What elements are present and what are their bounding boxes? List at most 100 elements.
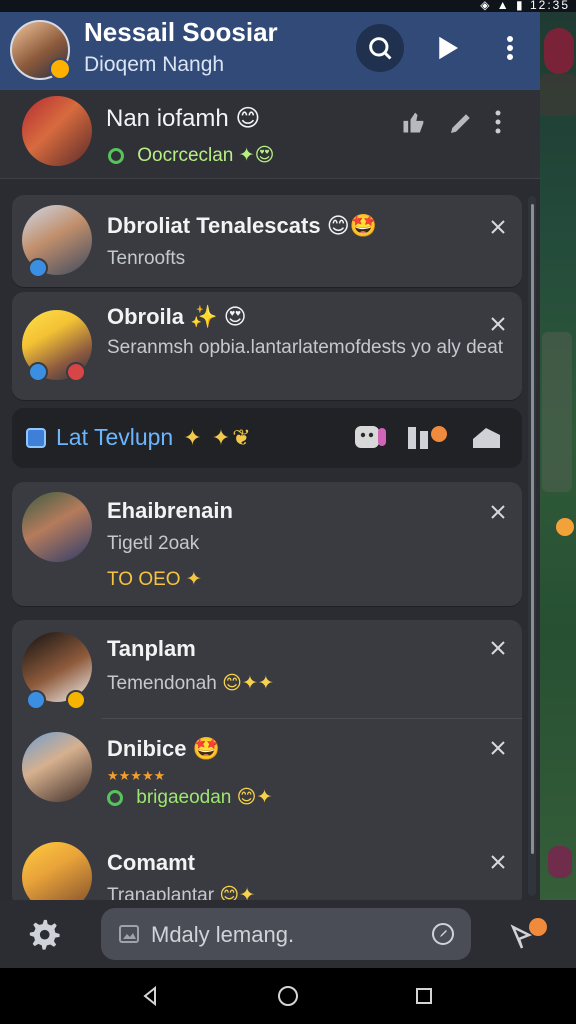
conversation-name: Dbroliat Tenalescats 😊🤩 (107, 213, 377, 239)
side-character (548, 846, 572, 878)
compass-button[interactable] (431, 922, 455, 946)
close-button[interactable] (486, 500, 510, 524)
chat-card: Dbroliat Tenalescats 😊🤩 Tenroofts (12, 195, 522, 287)
close-icon (491, 317, 505, 331)
pinned-text: Lat Tevlupn (56, 424, 174, 450)
conversation-name: Tanplam (107, 636, 196, 661)
scrollbar-thumb[interactable] (531, 204, 534, 854)
conversation-name-text: Nan iofamh (106, 105, 229, 132)
chat-card: Obroila ✨ 😍 Seranmsh opbia.lantarlatemof… (12, 292, 522, 400)
avatar (22, 96, 92, 166)
verified-badge (26, 690, 46, 710)
emoji: ✨ 😍 (190, 304, 247, 329)
chat-card: Tanplam Temendonah 😊✦✦ Dnibice 🤩 ★★★★★ b… (12, 620, 522, 912)
search-icon (369, 37, 392, 60)
pinned-extra: ✦ ✦❦ (183, 424, 253, 450)
status-badge (66, 690, 86, 710)
pin-icon (26, 427, 46, 448)
conversation-name: Nan iofamh 😊 (106, 104, 260, 133)
status-text: Oocrceclan (137, 145, 234, 166)
close-button[interactable] (486, 850, 510, 874)
system-navigation-bar (0, 968, 576, 1024)
close-button[interactable] (486, 636, 510, 660)
conversation-preview: Temendonah 😊✦✦ (107, 672, 274, 696)
conversation-meta: TO OEO ✦ (107, 568, 202, 592)
list-item[interactable]: Tanplam Temendonah 😊✦✦ (12, 632, 522, 718)
preview-text: Temendonah (107, 673, 217, 694)
emoji: ✦ (185, 569, 202, 590)
avatar (22, 732, 92, 802)
avatar[interactable] (10, 20, 71, 80)
signal-icon: ▲ (496, 0, 511, 12)
compose-icon (510, 918, 547, 949)
close-button[interactable] (486, 736, 510, 760)
preview-text: brigaeodan (136, 787, 232, 808)
close-button[interactable] (486, 312, 510, 336)
emoji: 😊 (235, 105, 261, 132)
battery-icon: ▮ (516, 0, 525, 12)
image-icon (119, 925, 139, 943)
chat-card: Ehaibrenain Tigetl 2oak TO OEO ✦ (12, 482, 522, 606)
emoji: 😊🤩 (326, 213, 378, 238)
conversation-name: Ehaibrenain (107, 498, 233, 523)
verified-badge (28, 362, 48, 382)
side-map-marker (556, 518, 574, 536)
conversation-preview: Seranmsh opbia.lantarlatemofdests yo aly… (107, 337, 504, 358)
edit-icon[interactable] (446, 108, 476, 138)
sticker-icon[interactable] (354, 422, 388, 452)
more-icon[interactable] (494, 108, 502, 136)
thumbs-up-icon[interactable] (400, 108, 428, 136)
settings-button[interactable] (24, 914, 64, 954)
status-bar: ◈ ▲ ▮ 12:35 (0, 0, 576, 12)
chat-header: Nessail Soosiar Dioqem Nangh (0, 12, 542, 90)
conversation-preview: Tenroofts (107, 248, 186, 269)
back-icon (143, 985, 156, 1007)
conversation-name-text: Dbroliat Tenalescats (107, 213, 321, 238)
meta-text: TO OEO (107, 569, 181, 590)
conversation-name: Comamt (107, 850, 196, 875)
conversation-preview: brigaeodan 😊✦ (107, 786, 272, 810)
status-icons: ◈ ▲ ▮ 12:35 (480, 0, 570, 12)
list-item[interactable]: Dbroliat Tenalescats 😊🤩 Tenroofts (12, 205, 522, 278)
compass-icon (432, 923, 454, 945)
search-button[interactable] (356, 24, 404, 72)
list-item[interactable]: Nan iofamh 😊 Oocrceclan ✦😍 (0, 90, 540, 179)
home-icon[interactable] (470, 423, 504, 451)
conversation-name: Dnibice 🤩 (107, 736, 220, 762)
home-button[interactable] (268, 980, 308, 1012)
more-button[interactable] (494, 28, 526, 68)
message-search (101, 908, 471, 960)
status-badge (66, 362, 86, 382)
list-item[interactable]: Comamt Tranaplantar 😊✦ (12, 842, 522, 912)
side-avatar (544, 28, 574, 74)
shield-icon[interactable] (406, 422, 452, 452)
list-item[interactable]: Obroila ✨ 😍 Seranmsh opbia.lantarlatemof… (12, 304, 522, 390)
page-subtitle: Dioqem Nangh (84, 53, 225, 76)
pinned-label: Lat Tevlupn ✦ ✦❦ (26, 424, 253, 451)
search-input[interactable] (149, 918, 413, 952)
image-button[interactable] (117, 922, 141, 946)
list-item[interactable]: Ehaibrenain Tigetl 2oak TO OEO ✦ (12, 492, 522, 596)
list-item[interactable]: Dnibice 🤩 ★★★★★ brigaeodan 😊✦ (12, 732, 522, 818)
back-button[interactable] (130, 980, 170, 1012)
game-background-strip (540, 12, 576, 900)
recent-apps-button[interactable] (404, 980, 444, 1012)
more-icon (507, 36, 513, 60)
avatar (22, 492, 92, 562)
conversation-name: Obroila ✨ 😍 (107, 304, 247, 330)
divider (102, 718, 522, 719)
wifi-icon: ◈ (480, 0, 492, 12)
close-button[interactable] (486, 215, 510, 239)
verified-badge (28, 258, 48, 278)
send-button[interactable] (428, 28, 468, 68)
emoji: 😊✦✦ (222, 673, 274, 694)
conversation-name-text: Obroila (107, 304, 185, 329)
close-icon (491, 855, 505, 869)
pinned-bar[interactable]: Lat Tevlupn ✦ ✦❦ (12, 408, 522, 468)
recent-apps-icon (416, 988, 432, 1004)
rating: ★★★★★ (107, 768, 166, 783)
page-title: Nessail Soosiar (84, 17, 278, 47)
compose-button[interactable] (508, 916, 550, 952)
conversation-actions (400, 108, 502, 138)
conversation-preview: Tigetl 2oak (107, 533, 200, 554)
